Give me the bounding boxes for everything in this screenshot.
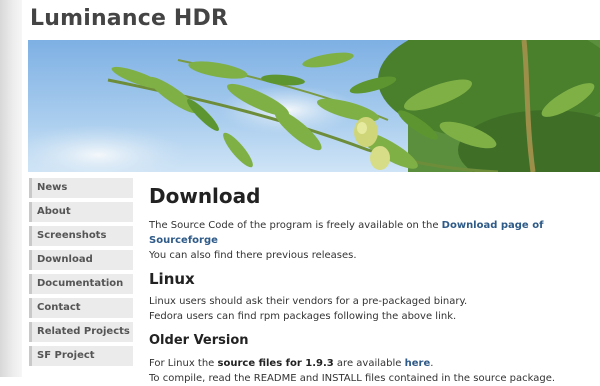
page-title: Download [149, 184, 261, 208]
thuja-foliage-image [28, 40, 600, 172]
sidebar-item-documentation[interactable]: Documentation [29, 274, 133, 294]
sidebar-item-screenshots[interactable]: Screenshots [29, 226, 133, 246]
older-here-link[interactable]: here [405, 358, 431, 369]
header-banner-image [28, 40, 600, 172]
linux-line-1: Linux users should ask their vendors for… [149, 296, 468, 307]
intro-text: The Source Code of the program is freely… [149, 220, 442, 231]
older-version-paragraph: For Linux the source files for 1.9.3 are… [149, 356, 594, 386]
sidebar-item-sf-project[interactable]: SF Project [29, 346, 133, 366]
linux-line-2: Fedora users can find rpm packages follo… [149, 311, 457, 322]
site-title: Luminance HDR [30, 6, 229, 31]
left-margin-shade [0, 0, 22, 377]
older-source-files-text: source files for 1.9.3 [217, 358, 334, 369]
sidebar-item-contact[interactable]: Contact [29, 298, 133, 318]
sidebar-nav: News About Screenshots Download Document… [29, 178, 133, 370]
intro-line-2: You can also find there previous release… [149, 250, 357, 261]
older-text-b: are available [333, 358, 405, 369]
linux-paragraph: Linux users should ask their vendors for… [149, 294, 594, 324]
sidebar-item-about[interactable]: About [29, 202, 133, 222]
sidebar-item-news[interactable]: News [29, 178, 133, 198]
intro-paragraph: The Source Code of the program is freely… [149, 218, 594, 263]
main-content: Download The Source Code of the program … [149, 183, 594, 386]
sidebar-item-download[interactable]: Download [29, 250, 133, 270]
older-text-end: . [430, 358, 434, 369]
older-text-a: For Linux the [149, 358, 218, 369]
sidebar-item-related-projects[interactable]: Related Projects [29, 322, 133, 342]
older-version-heading: Older Version [149, 333, 249, 348]
linux-heading: Linux [149, 270, 195, 288]
older-line-2: To compile, read the README and INSTALL … [149, 373, 556, 384]
